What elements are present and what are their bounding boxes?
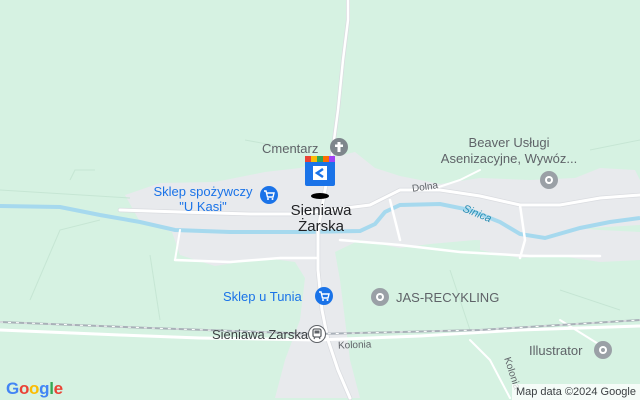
google-logo[interactable]: Google [6, 379, 63, 399]
beaver-line2: Asenizacyjne, Wywóz... [440, 151, 578, 166]
map-canvas[interactable]: Dolna Kolonia Kolonia Sinica Cmentarz Si… [0, 0, 640, 400]
generic-poi-icon[interactable] [371, 288, 389, 306]
town-name-line2: Żarska [298, 218, 344, 235]
train-station-icon[interactable] [308, 325, 326, 343]
shopping-cart-icon[interactable] [315, 287, 333, 305]
search-result-marker-icon[interactable] [305, 156, 335, 199]
town-label[interactable]: Sieniawa Żarska [284, 203, 358, 235]
poi-dot-inner [547, 178, 551, 182]
generic-poi-icon[interactable] [540, 171, 558, 189]
map-attribution[interactable]: Map data ©2024 Google [511, 384, 640, 400]
marker-glyph [305, 156, 335, 199]
poi-label-shop-ukasi[interactable]: Sklep spożywczy "U Kasi" [148, 184, 258, 214]
shopping-cart-icon[interactable] [260, 186, 278, 204]
town-name-line1: Sieniawa [290, 202, 352, 219]
cemetery-icon[interactable] [330, 138, 348, 156]
poi-label-beaver[interactable]: Beaver Usługi Asenizacyjne, Wywóz... [434, 135, 584, 167]
beaver-line1: Beaver Usługi [468, 135, 550, 150]
generic-poi-icon[interactable] [594, 341, 612, 359]
cart-glyph [264, 190, 275, 200]
poi-label-cemetery[interactable]: Cmentarz [262, 141, 318, 156]
poi-label-sklep-tunia[interactable]: Sklep u Tunia [223, 289, 302, 304]
cart-glyph [319, 291, 330, 301]
shop-ukasi-line1: Sklep spożywczy [153, 184, 253, 199]
cemetery-glyph [335, 142, 343, 152]
poi-label-illustrator[interactable]: Illustrator [529, 343, 582, 358]
shop-ukasi-line2: "U Kasi" [179, 199, 227, 214]
train-glyph [312, 328, 322, 340]
road-label-kolonia: Kolonia [337, 339, 372, 352]
poi-label-jas-recykling[interactable]: JAS-RECYKLING [396, 290, 499, 305]
poi-dot-inner [601, 348, 605, 352]
poi-label-station[interactable]: Sieniawa Zarska [212, 327, 308, 342]
poi-dot-inner [378, 295, 382, 299]
